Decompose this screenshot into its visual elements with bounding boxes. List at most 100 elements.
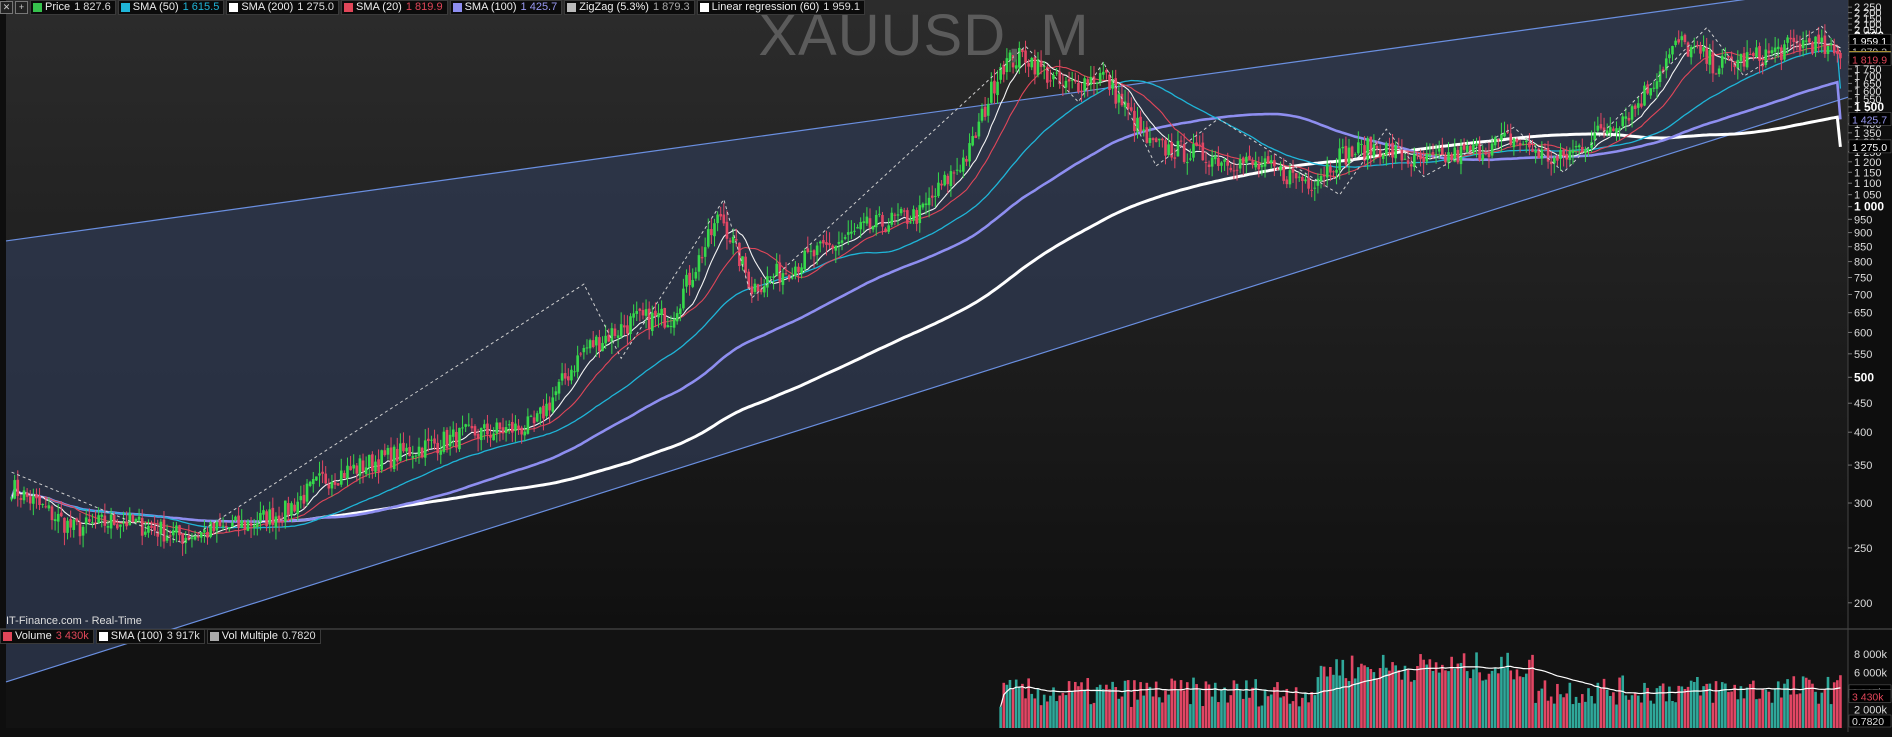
candle-body (439, 450, 443, 455)
candle-body (874, 214, 878, 228)
volume-bar (1058, 695, 1062, 728)
price-legend-item[interactable]: SMA (100) 1 425.7 (449, 0, 563, 15)
candle-body (171, 530, 175, 536)
volume-bar (1201, 706, 1205, 728)
candle-body (535, 413, 539, 422)
candle-body (706, 229, 710, 247)
volume-bar (1459, 662, 1463, 728)
volume-bar (1011, 689, 1015, 728)
volume-bar (1310, 692, 1313, 728)
volume-bar (1111, 681, 1114, 728)
volume-bar (1357, 667, 1360, 728)
candle-body (227, 527, 231, 530)
close-pane-icon[interactable]: ✕ (0, 0, 13, 14)
candle-body (1117, 94, 1121, 103)
volume-bar (1444, 670, 1447, 728)
candle-body (231, 522, 234, 527)
candle-body (691, 280, 695, 287)
volume-legend: Volume 3 430k SMA (100) 3 917k Vol Multiple 0… (0, 628, 323, 644)
volume-bar (1269, 694, 1273, 728)
volume-bar (1391, 662, 1394, 728)
volume-bar (1804, 677, 1808, 728)
candle-body (678, 308, 682, 314)
candle-body (977, 121, 981, 137)
price-legend-item[interactable]: SMA (200) 1 275.0 (226, 0, 339, 15)
volume-bar (1431, 670, 1435, 728)
price-legend-item[interactable]: Price 1 827.6 (30, 0, 116, 15)
candle-body (996, 81, 999, 96)
volume-bar (1254, 679, 1258, 728)
volume-bar (1528, 659, 1531, 728)
volume-bar (1814, 691, 1817, 728)
candle-body (980, 108, 984, 121)
volume-bar (1406, 669, 1410, 728)
candle-body (871, 225, 875, 230)
price-legend-item[interactable]: SMA (20) 1 819.9 (341, 0, 448, 15)
candle-body (1531, 148, 1534, 152)
add-pane-icon[interactable]: + (15, 0, 28, 14)
candle-body (427, 438, 430, 441)
candle-body (759, 289, 763, 293)
candle-body (461, 427, 464, 429)
price-legend-item[interactable]: Linear regression (60) 1 959.1 (696, 0, 865, 15)
candle-body (1151, 138, 1155, 141)
volume-bar (1027, 678, 1030, 728)
volume-legend-item[interactable]: SMA (100) 3 917k (95, 628, 205, 644)
candle-body (367, 454, 371, 467)
candle-body (815, 245, 819, 255)
candle-body (1052, 75, 1055, 80)
candle-body (221, 525, 225, 527)
volume-bar (1226, 702, 1230, 728)
candle-body (1260, 165, 1264, 168)
volume-legend-item[interactable]: Vol Multiple 0.7820 (206, 628, 321, 644)
candle-body (1459, 146, 1463, 165)
volume-bar (1049, 695, 1052, 728)
candle-body (1521, 143, 1525, 145)
candle-body (47, 505, 51, 509)
candle-body (473, 426, 477, 436)
candle-body (511, 422, 514, 433)
volume-bar (1540, 688, 1544, 728)
volume-bar (1758, 698, 1761, 728)
candle-body (137, 516, 141, 520)
volume-bar (1730, 691, 1733, 728)
candle-body (1067, 79, 1071, 82)
price-legend-item[interactable]: ZigZag (5.3%) 1 879.3 (564, 0, 695, 15)
volume-legend-item[interactable]: Volume 3 430k (0, 628, 94, 644)
candle-body (243, 521, 247, 531)
candle-body (1636, 103, 1640, 108)
candle-body (489, 435, 492, 438)
legend-swatch-icon (98, 631, 108, 641)
candle-body (1394, 145, 1397, 159)
candle-body (775, 263, 779, 277)
candle-body (168, 535, 172, 537)
candle-body (812, 250, 816, 257)
candle-body (483, 424, 486, 429)
price-legend-item[interactable]: SMA (50) 1 615.5 (117, 0, 225, 15)
candle-body (1332, 171, 1335, 173)
candle-body (1559, 150, 1562, 159)
candle-body (324, 473, 328, 484)
volume-bar (1139, 682, 1142, 728)
candle-body (402, 442, 405, 452)
volume-bar (1061, 692, 1065, 728)
volume-bar (1577, 702, 1581, 728)
volume-bar (1344, 678, 1348, 728)
volume-bar (1229, 695, 1233, 728)
candle-body (501, 427, 505, 434)
price-legend: ✕ + Price 1 827.6 SMA (50) 1 615.5 SMA (200)… (0, 0, 867, 15)
volume-bar (1655, 688, 1659, 728)
price-chart[interactable]: 2 2502 2002 1502 1002 0502 0001 9501 900… (0, 0, 1892, 732)
volume-bar (1720, 682, 1724, 728)
candle-body (899, 208, 903, 214)
candle-body (909, 222, 912, 224)
candle-body (517, 425, 520, 430)
candle-body (946, 175, 950, 185)
candle-body (308, 481, 312, 486)
candle-body (1649, 88, 1653, 96)
candle-body (305, 483, 309, 502)
volume-bar (1478, 672, 1481, 728)
candle-body (1481, 154, 1485, 161)
candle-body (1316, 178, 1320, 186)
volume-bar (1148, 686, 1152, 728)
